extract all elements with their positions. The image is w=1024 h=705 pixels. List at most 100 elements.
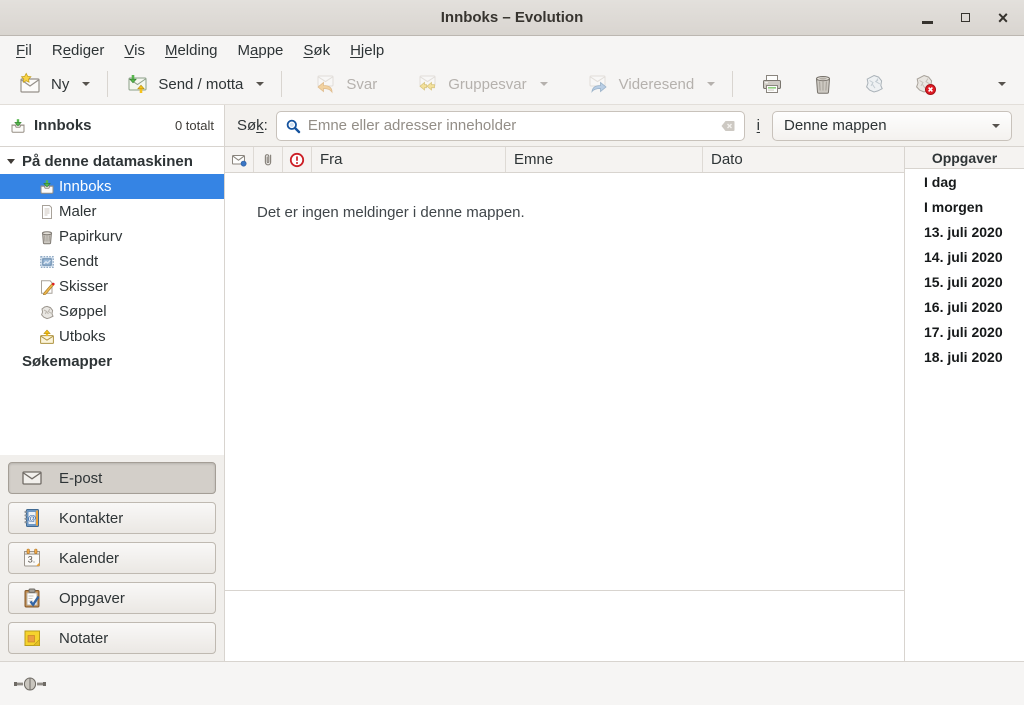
column-header-dato[interactable]: Dato [703, 147, 904, 172]
chevron-down-icon [540, 82, 548, 86]
delete-icon [811, 72, 835, 96]
not-junk-icon [913, 72, 937, 96]
switcher-label: Kalender [59, 550, 119, 567]
maximize-button[interactable] [952, 5, 978, 31]
folder-item-utboks[interactable]: Utboks [0, 324, 224, 349]
menu-item-sok[interactable]: Søk [293, 39, 340, 62]
chevron-down-icon [998, 82, 1006, 86]
switcher-notater-button[interactable]: Notater [8, 622, 216, 654]
expander-icon[interactable] [7, 159, 15, 164]
inbox-icon [39, 179, 55, 195]
forward-button-label: Videresend [619, 76, 695, 93]
contacts-icon: @ [21, 507, 43, 529]
mark-junk-button[interactable] [853, 68, 895, 100]
menu-item-mappe[interactable]: Mappe [228, 39, 294, 62]
search-entry[interactable] [276, 111, 745, 141]
folder-item-papirkurv[interactable]: Papirkurv [0, 224, 224, 249]
delete-button[interactable] [802, 68, 844, 100]
todo-date-13-juli-2020: 13. juli 2020 [905, 219, 1024, 244]
overflow-button[interactable] [986, 79, 1014, 89]
menubar: FilRedigerVisMeldingMappeSøkHjelp [0, 36, 1024, 64]
switcher-oppgaver-button[interactable]: Oppgaver [8, 582, 216, 614]
folder-group-sokemapper[interactable]: Søkemapper [0, 349, 224, 374]
column-header-read-status[interactable] [225, 147, 254, 172]
reply-button[interactable]: Svar [305, 69, 385, 99]
menu-item-vis[interactable]: Vis [114, 39, 155, 62]
folder-item-maler[interactable]: Maler [0, 199, 224, 224]
toolbar-separator [281, 71, 282, 97]
column-header-label: Emne [514, 151, 553, 168]
message-list-header: Fra Emne Dato [225, 147, 904, 173]
preview-pane [225, 591, 904, 661]
tasks-icon [21, 587, 43, 609]
reply-all-button[interactable]: Gruppesvar [407, 69, 555, 99]
new-button[interactable]: Ny [10, 69, 98, 99]
folder-label: På denne datamaskinen [22, 153, 193, 170]
print-button[interactable] [751, 68, 793, 100]
chevron-down-icon [992, 124, 1000, 128]
clear-search-icon[interactable] [720, 118, 736, 134]
column-header-label: Dato [711, 151, 743, 168]
svg-text:@: @ [28, 513, 37, 523]
window-controls: × [914, 0, 1016, 35]
menu-item-melding[interactable]: Melding [155, 39, 228, 62]
switcher-kalender-button[interactable]: 3. Kalender [8, 542, 216, 574]
send-receive-icon [125, 72, 149, 96]
search-scope-label: i [757, 117, 760, 134]
switcher-label: E-post [59, 470, 102, 487]
trash-icon [39, 229, 55, 245]
forward-button[interactable]: Videresend [578, 69, 724, 99]
new-button-label: Ny [51, 76, 69, 93]
search-input[interactable] [308, 117, 713, 134]
column-header-fra[interactable]: Fra [312, 147, 506, 172]
todo-date-i-dag: I dag [905, 169, 1024, 194]
send-receive-button[interactable]: Send / motta [117, 69, 272, 99]
mail-icon [21, 467, 43, 489]
folder-label: Papirkurv [59, 228, 122, 245]
message-list-body: Det er ingen meldinger i denne mappen. [225, 173, 904, 591]
folder-label: Skisser [59, 278, 108, 295]
column-header-attachment[interactable] [254, 147, 283, 172]
todo-date-list: I dagI morgen13. juli 202014. juli 20201… [905, 169, 1024, 369]
menu-item-rediger[interactable]: Rediger [42, 39, 115, 62]
folder-item-soppel[interactable]: Søppel [0, 299, 224, 324]
search-label: Søk: [237, 117, 268, 134]
printer-icon [760, 72, 784, 96]
minimize-icon [922, 21, 933, 23]
online-status-icon[interactable] [14, 676, 46, 692]
switcher-kontakter-button[interactable]: @ Kontakter [8, 502, 216, 534]
switcher-label: Notater [59, 630, 108, 647]
menu-item-fil[interactable]: Fil [6, 39, 42, 62]
mark-not-junk-button[interactable] [904, 68, 946, 100]
close-button[interactable]: × [990, 5, 1016, 31]
folder-item-sendt[interactable]: Sendt [0, 249, 224, 274]
titlebar: Innboks – Evolution × [0, 0, 1024, 36]
junk-icon [39, 304, 55, 320]
chevron-down-icon [256, 82, 264, 86]
view-switcher: E-post @ Kontakter 3. Kalender Oppgaver Notate… [0, 455, 224, 661]
minimize-button[interactable] [914, 5, 940, 31]
search-icon [285, 118, 301, 134]
outbox-icon [39, 329, 55, 345]
column-header-emne[interactable]: Emne [506, 147, 703, 172]
todo-date-15-juli-2020: 15. juli 2020 [905, 269, 1024, 294]
search-scope-dropdown[interactable]: Denne mappen [772, 111, 1012, 141]
folder-label: Søppel [59, 303, 107, 320]
reply-icon [313, 72, 337, 96]
todo-date-17-juli-2020: 17. juli 2020 [905, 319, 1024, 344]
search-bar: Søk: i Denne mappen [225, 105, 1024, 147]
switcher-label: Oppgaver [59, 590, 125, 607]
toolbar-separator [732, 71, 733, 97]
switcher-e-post-button[interactable]: E-post [8, 462, 216, 494]
folder-label: Utboks [59, 328, 106, 345]
chevron-down-icon [82, 82, 90, 86]
column-header-priority[interactable] [283, 147, 312, 172]
svg-text:3.: 3. [28, 555, 36, 565]
switcher-label: Kontakter [59, 510, 123, 527]
folder-item-innboks[interactable]: Innboks [0, 174, 224, 199]
menu-item-hjelp[interactable]: Hjelp [340, 39, 394, 62]
todo-pane-header: Oppgaver [905, 147, 1024, 169]
folder-header: Innboks 0 totalt [0, 105, 225, 147]
folder-item-skisser[interactable]: Skisser [0, 274, 224, 299]
folder-group-pa-denne-datamaskinen[interactable]: På denne datamaskinen [0, 149, 224, 174]
